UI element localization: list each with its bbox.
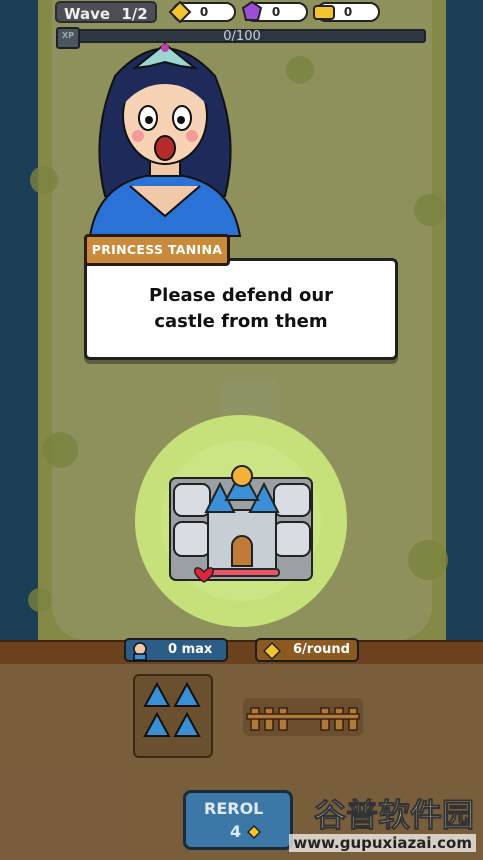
- income-label: 6/round: [293, 642, 350, 657]
- fence-icon: [246, 707, 360, 731]
- wave-label: Wave: [64, 5, 111, 23]
- gold-diamond-icon: [246, 824, 261, 840]
- gem-counter: 0: [241, 0, 308, 22]
- gold-counter: 0: [168, 0, 236, 24]
- hero-icon: [133, 642, 147, 661]
- purple-gem-icon: [241, 0, 263, 21]
- ticket-counter: 0: [313, 2, 380, 22]
- card-slot-tower[interactable]: [133, 674, 213, 758]
- watermark: 谷普软件园 www.gupuxiazai.com: [282, 790, 482, 860]
- watermark-title: 谷普软件园: [313, 796, 474, 835]
- card-slot-fence[interactable]: [243, 698, 363, 736]
- reroll-button[interactable]: REROL 4: [183, 790, 293, 850]
- wave-value: 1/2: [121, 5, 148, 23]
- xp-bar: XP 0/100: [56, 27, 426, 49]
- reroll-cost-row: 4: [204, 822, 290, 841]
- xp-value: 0/100: [223, 29, 261, 44]
- castle[interactable]: [168, 460, 316, 584]
- reroll-cost: 4: [230, 822, 242, 841]
- crown-icon: [231, 465, 253, 487]
- watermark-url: www.gupuxiazai.com: [289, 834, 476, 852]
- gold-diamond-icon: [168, 0, 192, 24]
- gem-value: 0: [271, 5, 281, 19]
- gold-value: 0: [199, 5, 209, 19]
- dialog-bubble[interactable]: Please defend our castle from them: [84, 258, 398, 360]
- units-pill: 0 max: [124, 638, 228, 662]
- ticket-value: 0: [343, 5, 353, 19]
- units-label: 0 max: [168, 642, 213, 657]
- blue-tower-icon: [143, 681, 201, 737]
- ticket-icon: [313, 5, 335, 20]
- gold-diamond-icon: [263, 642, 281, 660]
- dialog-message: Please defend our castle from them: [148, 285, 334, 332]
- income-pill: 6/round: [255, 638, 359, 662]
- wave-counter: Wave 1/2: [55, 1, 157, 23]
- princess-portrait: [88, 42, 242, 237]
- reroll-label: REROL: [204, 799, 264, 818]
- speaker-nameplate: PRINCESS TANINA: [84, 234, 230, 266]
